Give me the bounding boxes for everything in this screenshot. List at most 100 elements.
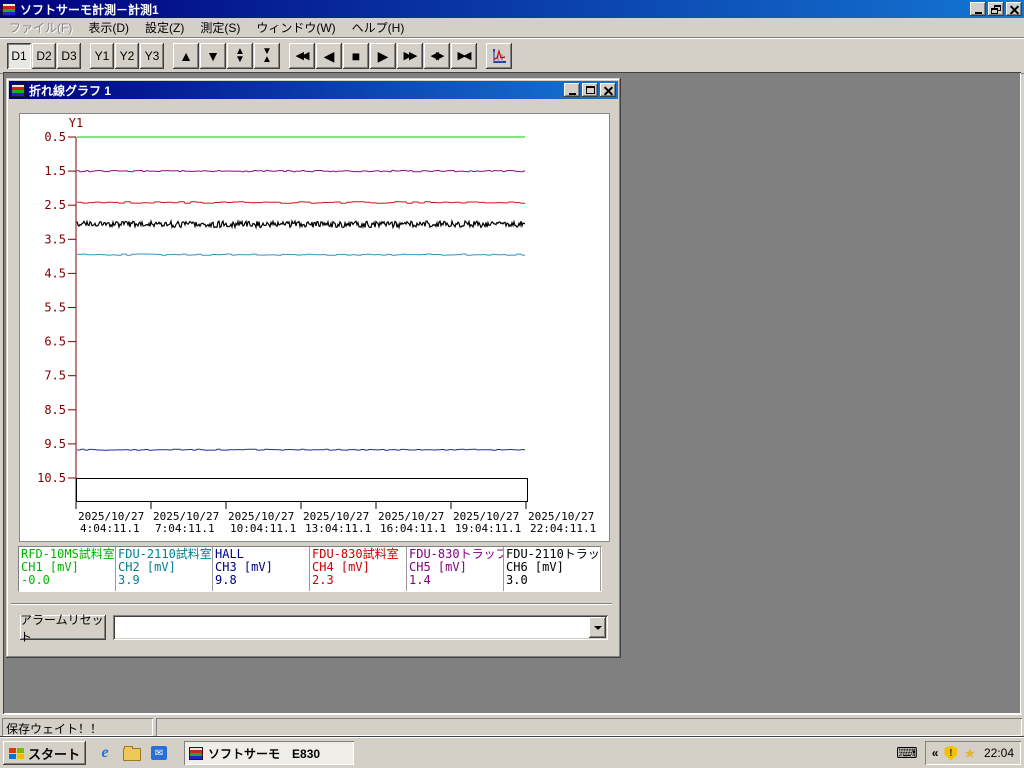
toolbar-button-label: Y3 [144, 49, 160, 63]
step-back-icon: ◀ [323, 48, 335, 64]
legend-current-value: -0.0 [21, 573, 50, 587]
graph-window-icon [11, 83, 25, 97]
svg-text:9.5: 9.5 [44, 437, 66, 451]
status-panel-2 [156, 718, 1022, 736]
app-icon [2, 2, 16, 16]
legend-cell-ch3: HALL CH3 [mV] 9.8 [213, 547, 310, 591]
toolbar-button-fast-rewind[interactable]: ◀◀ [289, 43, 315, 69]
menu-help[interactable]: ヘルプ(H) [344, 17, 413, 38]
toolbar-button-y1[interactable]: Y1 [90, 43, 114, 69]
menu-window[interactable]: ウィンドウ(W) [248, 17, 343, 38]
quick-launch: e ✉ [96, 744, 168, 762]
graph-minimize-button[interactable] [564, 83, 580, 97]
toolbar-button-compress-horizontal[interactable]: ▶◀ [451, 43, 477, 69]
svg-text:4.5: 4.5 [44, 266, 66, 280]
series-line-ch3 [77, 448, 526, 451]
series-line-ch5 [77, 169, 525, 173]
scroll-down-icon: ▼ [206, 48, 220, 64]
alarm-reset-button[interactable]: アラームリセット [20, 613, 106, 644]
legend-cell-ch6: FDU-2110トラップCH6 [mV]3.0 [504, 547, 601, 591]
toolbar-button-label: D2 [36, 49, 52, 63]
star-tray-icon[interactable]: ★ [963, 746, 976, 760]
toolbar: D1 D2 D3 Y1 Y2 Y3 ▲ ▼ ▲ ▼ ▼ ▲ ◀◀ ◀ ■ ▶ ▶▶ ◀▶ ▶◀ [0, 38, 1024, 74]
alarm-combobox[interactable] [113, 615, 608, 640]
channel-legend: RFD-10MS試料室 CH1 [mV] -0.0 FDU-2110試料室 CH2 [m… [18, 546, 602, 592]
taskbar: スタート e ✉ ソフトサーモ E830 ⌨ « ! ★ 22:04 [0, 737, 1024, 768]
toolbar-button-label: Y1 [94, 49, 110, 63]
start-button[interactable]: スタート [3, 741, 87, 765]
screen: ソフトサーモ計測－計測1 ファイル(F) 表示(D) 設定(Z) 測定(S) ウィンドウ… [0, 0, 1024, 768]
toolbar-button-fast-forward[interactable]: ▶▶ [397, 43, 423, 69]
tray-expand-chevron[interactable]: « [932, 746, 939, 760]
stop-icon: ■ [351, 48, 361, 64]
chevron-down-icon [593, 625, 602, 630]
toolbar-button-scroll-up[interactable]: ▲ [173, 43, 199, 69]
toolbar-button-step-back[interactable]: ◀ [316, 43, 342, 69]
svg-text:10:04:11.1: 10:04:11.1 [230, 522, 296, 535]
toolbar-button-y3[interactable]: Y3 [140, 43, 164, 69]
svg-text:3.5: 3.5 [44, 232, 66, 246]
taskbar-clock[interactable]: 22:04 [982, 746, 1014, 760]
maximize-icon [585, 86, 595, 94]
windows-logo-icon [9, 747, 24, 759]
trend-graph-button[interactable] [486, 43, 512, 69]
toolbar-button-stop[interactable]: ■ [343, 43, 369, 69]
toolbar-button-label: D3 [61, 49, 77, 63]
menu-view[interactable]: 表示(D) [80, 17, 137, 38]
legend-current-value: 2.3 [312, 573, 334, 587]
fit-vertical-icon: ▼ ▲ [262, 46, 272, 65]
toolbar-button-label: D1 [11, 49, 27, 63]
toolbar-button-d3[interactable]: D3 [57, 43, 81, 69]
toolbar-button-d2[interactable]: D2 [32, 43, 56, 69]
menu-bar: ファイル(F) 表示(D) 設定(Z) 測定(S) ウィンドウ(W) ヘルプ(H) [0, 18, 1024, 38]
graph-close-button[interactable] [600, 83, 616, 97]
app-icon [189, 746, 204, 760]
graph-maximize-button[interactable] [582, 83, 598, 97]
trend-graph-icon [493, 48, 506, 63]
combobox-dropdown-button[interactable] [589, 617, 606, 638]
internet-explorer-icon[interactable]: e [96, 744, 114, 762]
svg-text:0.5: 0.5 [44, 130, 66, 144]
expand-horizontal-icon: ◀▶ [430, 49, 445, 62]
restore-button[interactable] [988, 2, 1004, 16]
toolbar-button-expand-horizontal[interactable]: ◀▶ [424, 43, 450, 69]
status-message: 保存ウェイト！！ [2, 718, 153, 736]
plot-area: Y1 0.5 1.5 2.5 3.5 4.5 5.5 6.5 7.5 8.5 9.5 10.5 2025… [19, 113, 610, 542]
svg-text:7.5: 7.5 [44, 369, 66, 383]
graph-window-client: Y1 0.5 1.5 2.5 3.5 4.5 5.5 6.5 7.5 8.5 9.5 10.5 2025… [9, 100, 618, 655]
svg-text:1.5: 1.5 [44, 164, 66, 178]
app-window: ソフトサーモ計測－計測1 ファイル(F) 表示(D) 設定(Z) 測定(S) ウィンドウ… [0, 0, 1024, 738]
restore-icon [991, 4, 1001, 14]
toolbar-button-y2[interactable]: Y2 [115, 43, 139, 69]
toolbar-button-scroll-down[interactable]: ▼ [200, 43, 226, 69]
minimize-icon [568, 92, 576, 95]
keyboard-layout-icon[interactable]: ⌨ [896, 744, 918, 762]
folder-icon[interactable] [123, 744, 142, 762]
legend-current-value: 1.4 [409, 573, 431, 587]
menu-measure[interactable]: 測定(S) [192, 17, 248, 38]
toolbar-button-d1[interactable]: D1 [7, 43, 31, 69]
toolbar-button-fit-vertical[interactable]: ▼ ▲ [254, 43, 280, 69]
menu-file[interactable]: ファイル(F) [1, 17, 80, 38]
close-button[interactable] [1006, 2, 1022, 16]
svg-text:Y1: Y1 [69, 116, 83, 130]
minimize-button[interactable] [970, 2, 986, 16]
task-button-label: ソフトサーモ E830 [208, 746, 321, 761]
svg-text:19:04:11.1: 19:04:11.1 [455, 522, 521, 535]
svg-text:13:04:11.1: 13:04:11.1 [305, 522, 371, 535]
separator [11, 603, 612, 605]
minimize-icon [974, 11, 982, 14]
toolbar-button-step-forward[interactable]: ▶ [370, 43, 396, 69]
graph-window-title: 折れ線グラフ 1 [29, 83, 112, 98]
security-shield-icon[interactable]: ! [944, 745, 958, 761]
taskbar-task-button[interactable]: ソフトサーモ E830 [184, 741, 355, 765]
svg-text:22:04:11.1: 22:04:11.1 [530, 522, 596, 535]
legend-current-value: 3.9 [118, 573, 140, 587]
menu-settings[interactable]: 設定(Z) [137, 17, 192, 38]
graph-window: 折れ線グラフ 1 Y1 0.5 1.5 2.5 3.5 4.5 5.5 6.5 7.5 8.5 9.… [6, 78, 621, 658]
svg-text:4:04:11.1: 4:04:11.1 [80, 522, 140, 535]
toolbar-button-expand-vertical[interactable]: ▲ ▼ [227, 43, 253, 69]
graph-window-titlebar[interactable]: 折れ線グラフ 1 [9, 81, 618, 99]
legend-cell-ch2: FDU-2110試料室 CH2 [mV] 3.9 [116, 547, 213, 591]
mail-icon[interactable]: ✉ [150, 744, 168, 762]
